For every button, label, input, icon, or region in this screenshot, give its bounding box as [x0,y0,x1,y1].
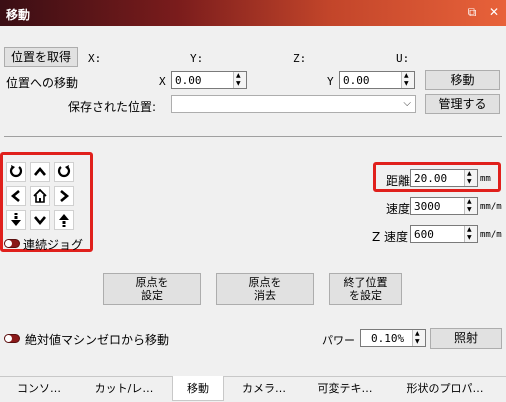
move-x-input[interactable]: 0.00 ▲ ▼ [171,71,247,89]
u-position-label: U: [396,52,410,65]
manage-button[interactable]: 管理する [425,94,500,114]
tab-console[interactable]: コンソ… [4,377,74,399]
absolute-zero-toggle[interactable] [4,334,20,343]
tab-shape-properties[interactable]: 形状のプロパ… [392,377,498,399]
power-input[interactable]: 0.10% ▲ ▼ [360,329,426,347]
continuous-jog-label: 連続ジョグ [23,238,84,252]
absolute-zero-label: 絶対値マシンゼロから移動 [25,333,170,347]
saved-position-label: 保存された位置: [68,100,157,114]
fire-button[interactable]: 照射 [430,328,502,349]
move-y-value: 0.00 [343,74,370,87]
z-speed-input[interactable]: 600 ▲ ▼ [410,225,478,243]
z-speed-spinner[interactable]: ▲ ▼ [464,226,477,242]
set-finish-label-2: を設定 [349,289,382,302]
jog-pad [4,156,84,234]
saved-position-select[interactable]: ⌵ [171,95,416,113]
z-speed-value: 600 [414,228,434,241]
set-origin-label-2: 設定 [141,289,163,302]
continuous-jog-toggle[interactable] [4,239,20,248]
arrow-down-icon[interactable] [30,210,50,230]
set-origin-button[interactable]: 原点を 設定 [103,273,201,305]
chevron-down-icon: ⌵ [403,98,411,109]
bottom-tab-bar: コンソ… カット/レ… 移動 カメラ… 可変テキ… 形状のプロパ… [0,376,506,402]
get-position-button[interactable]: 位置を取得 [4,47,78,67]
arrow-left-icon[interactable] [6,186,26,206]
home-icon[interactable] [30,186,50,206]
y-position-label: Y: [190,52,204,65]
move-to-position-label: 位置への移動 [6,76,79,90]
move-y-label: Y [327,75,334,88]
move-x-spinner[interactable]: ▲ ▼ [233,72,246,88]
distance-label: 距離 [386,174,411,188]
power-label: パワー [322,334,355,347]
speed-value: 3000 [414,200,441,213]
tab-move[interactable]: 移動 [172,376,224,401]
tab-camera[interactable]: カメラ… [228,377,300,399]
clear-origin-button[interactable]: 原点を 消去 [216,273,314,305]
move-x-value: 0.00 [175,74,202,87]
divider [4,136,502,137]
z-down-icon[interactable] [6,210,26,230]
arrow-up-icon[interactable] [30,162,50,182]
distance-spinner[interactable]: ▲ ▼ [464,170,477,186]
speed-spinner[interactable]: ▲ ▼ [464,198,477,214]
tab-cut-layers[interactable]: カット/レ… [84,377,164,399]
z-speed-unit: mm/m [480,230,502,240]
arrow-right-icon[interactable] [54,186,74,206]
power-value: 0.10% [371,332,405,345]
clear-origin-label-1: 原点を [248,275,282,289]
z-speed-label: Z 速度 [372,230,409,244]
set-finish-label-1: 終了位置 [343,275,388,289]
clear-origin-label-2: 消去 [254,289,276,302]
window-title: 移動 [6,8,31,22]
power-spinner[interactable]: ▲ ▼ [412,330,425,346]
speed-unit: mm/m [480,202,502,212]
tab-variable-text[interactable]: 可変テキ… [306,377,384,399]
move-button[interactable]: 移動 [425,70,500,90]
close-icon[interactable]: ✕ [486,4,502,20]
rotate-ccw-icon[interactable] [6,162,26,182]
distance-input[interactable]: 20.00 ▲ ▼ [410,169,478,187]
speed-input[interactable]: 3000 ▲ ▼ [410,197,478,215]
rotate-cw-icon[interactable] [54,162,74,182]
set-finish-position-button[interactable]: 終了位置 を設定 [329,273,402,305]
z-position-label: Z: [293,52,307,65]
z-up-icon[interactable] [54,210,74,230]
x-position-label: X: [88,52,102,65]
move-x-label: X [159,75,166,88]
title-bar: 移動 ⧉ ✕ [0,0,506,26]
set-origin-label-1: 原点を [135,275,169,289]
speed-label: 速度 [386,202,411,216]
distance-value: 20.00 [414,172,448,185]
distance-unit: mm [480,174,491,184]
move-y-input[interactable]: 0.00 ▲ ▼ [339,71,415,89]
move-y-spinner[interactable]: ▲ ▼ [401,72,414,88]
restore-icon[interactable]: ⧉ [464,4,480,20]
